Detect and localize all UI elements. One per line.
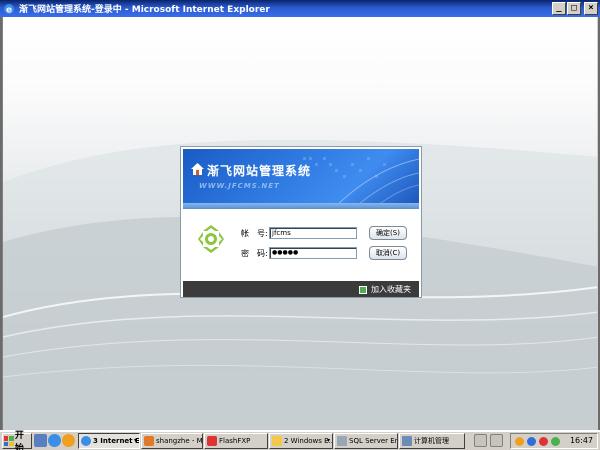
qq-tray-icon[interactable] — [515, 437, 524, 446]
chevron-down-icon: ▾ — [133, 437, 137, 444]
taskbar-item-label: SQL Server En... — [349, 437, 397, 445]
keyboard-icon[interactable] — [490, 434, 503, 447]
ie-logo-icon: e — [2, 2, 16, 16]
start-button[interactable]: 开始 — [2, 431, 32, 450]
taskbar-item-flashfxp[interactable]: FlashFXP — [204, 433, 268, 449]
ie-icon — [81, 436, 91, 446]
taskbar-item-label: 计算机管理 — [414, 437, 449, 445]
maximize-button[interactable]: □ — [567, 2, 581, 15]
svg-text:e: e — [6, 5, 12, 15]
browser-content: 渐飞网站管理系统 WWW.JFCMS.NET 帐 号: jfcms 密 码: ●… — [2, 17, 598, 430]
sql-server-icon — [337, 436, 347, 446]
login-header: 渐飞网站管理系统 WWW.JFCMS.NET — [183, 149, 419, 209]
taskbar-item-label: shangzhe - Mi... — [156, 437, 203, 445]
flashfxp-icon — [207, 436, 217, 446]
qq-quicklaunch-icon[interactable] — [62, 434, 75, 447]
minimize-button[interactable]: _ — [552, 2, 566, 15]
taskbar-item-label: FlashFXP — [219, 437, 251, 445]
favorites-icon — [359, 285, 367, 294]
close-button[interactable]: × — [584, 2, 598, 15]
cancel-button[interactable]: 取消(C) — [369, 246, 407, 260]
account-label: 帐 号: — [241, 229, 268, 238]
account-input[interactable]: jfcms — [269, 227, 357, 239]
clock: 16:47 — [569, 436, 593, 445]
folder-icon — [272, 436, 282, 446]
start-label: 开始 — [14, 431, 24, 450]
password-label: 密 码: — [241, 249, 268, 258]
taskbar-item-label: 3 Internet E... — [93, 437, 140, 445]
login-form: 帐 号: jfcms 密 码: ●●●●● 确定(S) 取消(C) — [183, 209, 419, 281]
windows-logo-icon — [4, 436, 14, 446]
system-name: 渐飞网站管理系统 — [207, 164, 312, 178]
ok-button[interactable]: 确定(S) — [369, 226, 407, 240]
taskbar-item-label: 2 Windows E... — [284, 437, 333, 445]
header-pattern — [303, 157, 419, 209]
brand-logo-icon — [195, 221, 227, 260]
add-favorites-label: 加入收藏夹 — [371, 285, 411, 294]
taskbar-item-sql-server[interactable]: SQL Server En... — [334, 433, 398, 449]
system-tray: 16:47 — [510, 433, 598, 449]
ime-icon[interactable] — [474, 434, 487, 447]
show-desktop-icon[interactable] — [34, 434, 47, 447]
system-url: WWW.JFCMS.NET — [199, 182, 280, 190]
taskbar-item-internet-explorer[interactable]: 3 Internet E... ▾ — [78, 433, 140, 449]
taskbar: 开始 3 Internet E... ▾ shangzhe - Mi... Fl… — [0, 430, 600, 450]
security-tray-icon[interactable] — [539, 437, 548, 446]
login-footer: 加入收藏夹 — [183, 281, 419, 297]
login-panel: 渐飞网站管理系统 WWW.JFCMS.NET 帐 号: jfcms 密 码: ●… — [181, 147, 421, 297]
computer-management-icon — [402, 436, 412, 446]
taskbar-item-computer-management[interactable]: 计算机管理 — [399, 433, 465, 449]
messenger-icon — [144, 436, 154, 446]
taskbar-item-shangzhe[interactable]: shangzhe - Mi... — [141, 433, 203, 449]
network-tray-icon[interactable] — [527, 437, 536, 446]
password-input[interactable]: ●●●●● — [269, 247, 357, 259]
chevron-down-icon: ▾ — [326, 437, 330, 444]
window-titlebar[interactable]: e 渐飞网站管理系统-登录中 - Microsoft Internet Expl… — [0, 0, 600, 17]
window-title: 渐飞网站管理系统-登录中 - Microsoft Internet Explor… — [19, 5, 270, 15]
ie-quicklaunch-icon[interactable] — [48, 434, 61, 447]
home-icon — [191, 163, 204, 178]
volume-tray-icon[interactable] — [551, 437, 560, 446]
add-favorites-link[interactable]: 加入收藏夹 — [359, 284, 411, 295]
taskbar-item-windows-explorer[interactable]: 2 Windows E... ▾ — [269, 433, 333, 449]
